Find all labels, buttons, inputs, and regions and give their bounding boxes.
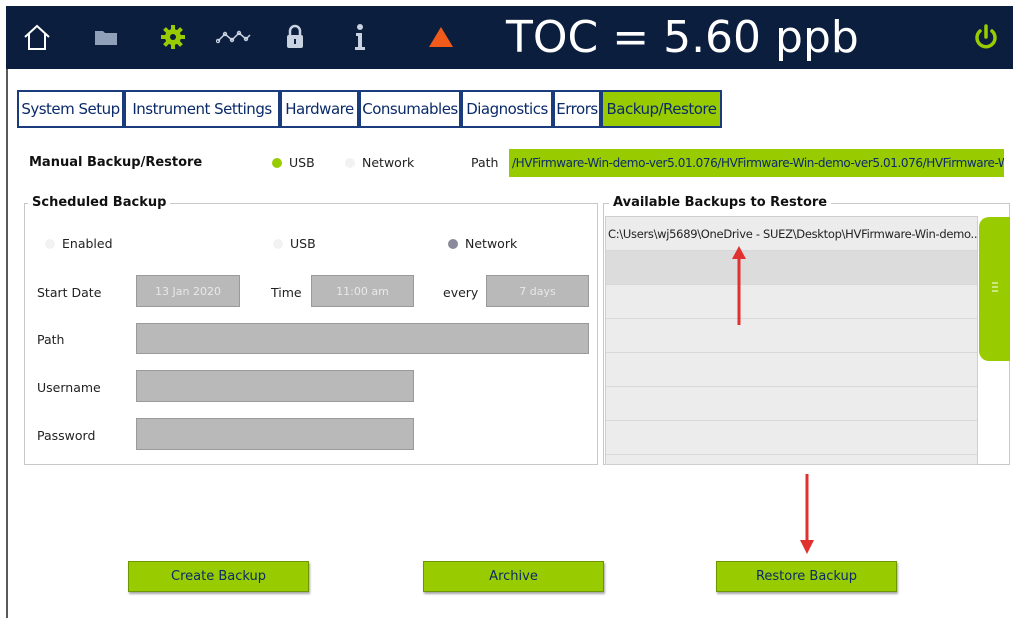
warning-icon[interactable] <box>424 20 458 54</box>
trend-icon[interactable] <box>214 20 254 54</box>
tab-instrument-settings[interactable]: Instrument Settings <box>124 90 280 126</box>
manual-usb-label: USB <box>289 155 315 170</box>
list-item[interactable] <box>606 353 977 387</box>
manual-network-label: Network <box>362 155 415 170</box>
time-field[interactable]: 11:00 am <box>311 275 414 307</box>
scheduled-backup-title: Scheduled Backup <box>28 195 171 210</box>
power-icon[interactable] <box>969 20 1003 54</box>
lock-icon[interactable] <box>282 20 308 54</box>
available-backups-title: Available Backups to Restore <box>609 195 832 210</box>
home-icon[interactable] <box>20 20 54 54</box>
annotation-arrow-down-icon <box>800 474 814 554</box>
path-field[interactable] <box>136 323 589 354</box>
manual-usb-radio[interactable] <box>272 158 282 168</box>
list-item[interactable] <box>606 251 977 285</box>
scroll-grip-icon <box>992 282 998 292</box>
manual-network-radio[interactable] <box>345 158 355 168</box>
list-item[interactable] <box>606 421 977 455</box>
username-label: Username <box>37 380 101 395</box>
time-label: Time <box>271 285 302 300</box>
archive-button[interactable]: Archive <box>423 561 604 592</box>
password-label: Password <box>37 428 96 443</box>
info-icon[interactable] <box>348 20 372 54</box>
enabled-checkbox[interactable] <box>45 239 55 249</box>
path-label: Path <box>37 332 65 347</box>
tab-hardware[interactable]: Hardware <box>280 90 359 126</box>
create-backup-button[interactable]: Create Backup <box>128 561 309 592</box>
tab-errors[interactable]: Errors <box>553 90 601 126</box>
toc-reading: TOC = 5.60 ppb <box>506 12 859 63</box>
tab-underline <box>17 126 722 128</box>
gear-icon[interactable] <box>156 20 190 54</box>
manual-path-field[interactable]: /HVFirmware-Win-demo-ver5.01.076/HVFirmw… <box>509 149 1004 177</box>
list-scrollbar[interactable] <box>979 217 1010 361</box>
every-field[interactable]: 7 days <box>486 275 589 307</box>
scheduled-network-label: Network <box>465 236 518 251</box>
annotation-arrow-up-icon <box>732 246 746 325</box>
scheduled-usb-radio[interactable] <box>273 239 283 249</box>
list-item[interactable]: C:\Users\wj5689\OneDrive - SUEZ\Desktop\… <box>606 217 977 251</box>
tab-backup-restore[interactable]: Backup/Restore <box>601 90 722 126</box>
restore-backup-button[interactable]: Restore Backup <box>716 561 897 592</box>
list-item[interactable] <box>606 387 977 421</box>
start-date-label: Start Date <box>37 285 102 300</box>
window-frame <box>6 69 8 618</box>
every-label: every <box>443 285 479 300</box>
list-item[interactable] <box>606 285 977 319</box>
backups-list: C:\Users\wj5689\OneDrive - SUEZ\Desktop\… <box>605 216 978 465</box>
manual-path-label: Path <box>471 155 499 170</box>
username-field[interactable] <box>136 370 414 402</box>
top-bar: TOC = 5.60 ppb <box>6 6 1013 69</box>
tab-diagnostics[interactable]: Diagnostics <box>461 90 553 126</box>
manual-backup-label: Manual Backup/Restore <box>29 155 203 170</box>
scheduled-usb-label: USB <box>290 236 316 251</box>
tab-consumables[interactable]: Consumables <box>359 90 461 126</box>
enabled-label: Enabled <box>62 236 113 251</box>
start-date-field[interactable]: 13 Jan 2020 <box>136 275 240 307</box>
tab-system-setup[interactable]: System Setup <box>17 90 124 126</box>
scheduled-network-radio[interactable] <box>448 239 458 249</box>
folder-icon[interactable] <box>92 20 120 54</box>
list-item[interactable] <box>606 319 977 353</box>
password-field[interactable] <box>136 418 414 450</box>
